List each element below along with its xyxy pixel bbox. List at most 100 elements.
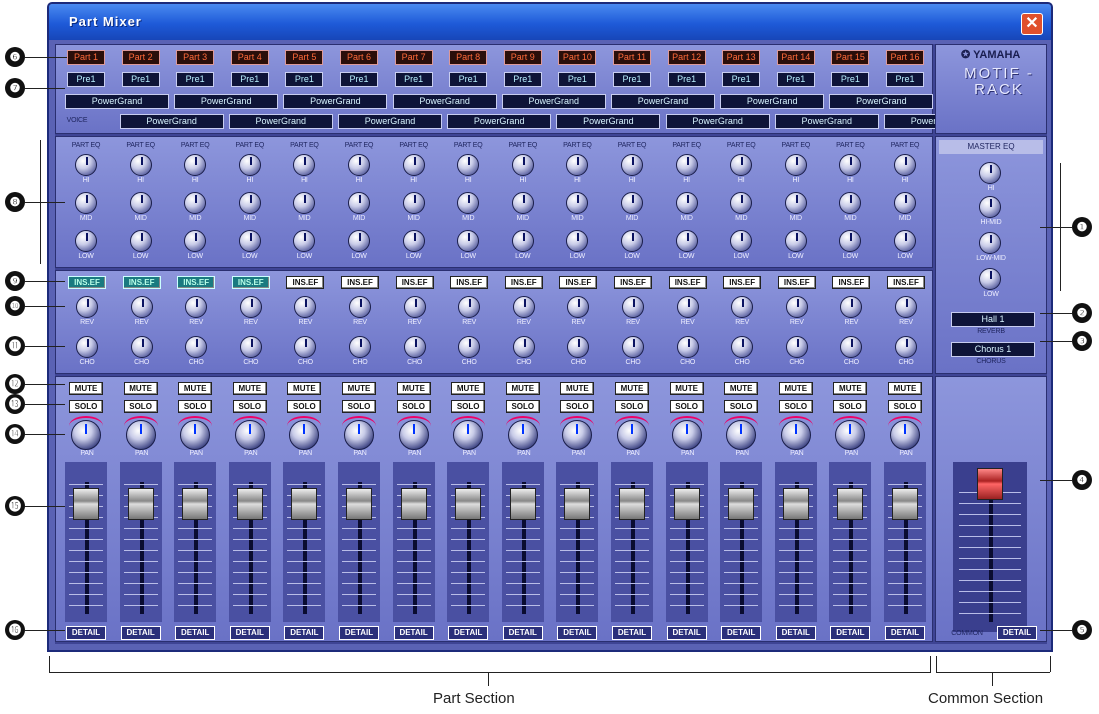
eq-hi-knob-16[interactable]	[894, 154, 916, 176]
mute-button-11[interactable]: MUTE	[615, 382, 649, 395]
mute-button-12[interactable]: MUTE	[669, 382, 704, 395]
pan-knob-14[interactable]	[778, 416, 813, 450]
detail-button-8[interactable]: DETAIL	[448, 626, 489, 640]
eq-hi-knob-7[interactable]	[402, 154, 425, 176]
eq-mid-knob-7[interactable]	[402, 192, 425, 214]
pan-knob-4[interactable]	[232, 416, 267, 450]
fader-cap[interactable]	[182, 488, 209, 520]
reverb-send-knob-11[interactable]	[622, 296, 644, 318]
solo-button-5[interactable]: SOLO	[287, 400, 322, 413]
chorus-send-knob-1[interactable]	[76, 336, 98, 358]
pan-knob-11[interactable]	[615, 416, 649, 450]
voice-bank-15[interactable]: Pre1	[831, 72, 870, 87]
volume-fader-2[interactable]	[119, 462, 162, 622]
solo-button-13[interactable]: SOLO	[724, 400, 759, 413]
ins-ef-button-10[interactable]: INS.EF	[559, 276, 598, 289]
detail-button-10[interactable]: DETAIL	[557, 626, 598, 640]
part-label-13[interactable]: Part 13	[722, 50, 761, 65]
part-label-10[interactable]: Part 10	[558, 50, 597, 65]
pan-knob-6[interactable]	[342, 416, 376, 450]
eq-low-knob-6[interactable]	[348, 230, 370, 252]
pan-knob-8[interactable]	[451, 416, 486, 450]
eq-mid-knob-1[interactable]	[75, 192, 97, 214]
voice-bank-3[interactable]: Pre1	[176, 72, 215, 87]
pan-knob-2[interactable]	[123, 416, 158, 450]
volume-fader-3[interactable]	[174, 462, 217, 622]
voice-bank-13[interactable]: Pre1	[722, 72, 761, 87]
master-eq-low-mid-knob[interactable]	[979, 232, 1001, 254]
volume-fader-14[interactable]	[774, 462, 817, 622]
mute-button-4[interactable]: MUTE	[232, 382, 267, 395]
voice-bank-11[interactable]: Pre1	[613, 72, 651, 87]
detail-button-11[interactable]: DETAIL	[612, 626, 652, 640]
ins-ef-button-14[interactable]: INS.EF	[777, 276, 816, 289]
part-label-8[interactable]: Part 8	[449, 50, 488, 65]
eq-hi-knob-14[interactable]	[784, 154, 807, 176]
eq-low-knob-2[interactable]	[129, 230, 152, 252]
solo-button-11[interactable]: SOLO	[615, 400, 649, 413]
part-label-16[interactable]: Part 16	[886, 50, 924, 65]
ins-ef-button-1[interactable]: INS.EF	[68, 276, 106, 289]
eq-mid-knob-6[interactable]	[348, 192, 370, 214]
fader-cap[interactable]	[400, 488, 427, 520]
fader-cap[interactable]	[673, 488, 700, 520]
fader-cap[interactable]	[619, 488, 645, 520]
master-eq-hi-mid-knob[interactable]	[979, 196, 1001, 218]
part-label-11[interactable]: Part 11	[613, 50, 651, 65]
fader-cap[interactable]	[291, 488, 318, 520]
master-fader-cap[interactable]	[977, 468, 1003, 500]
pan-knob-7[interactable]	[396, 416, 431, 450]
pan-knob-12[interactable]	[669, 416, 704, 450]
voice-name-15[interactable]: PowerGrand	[829, 94, 934, 109]
detail-button-5[interactable]: DETAIL	[284, 626, 325, 640]
voice-name-8[interactable]: PowerGrand	[447, 114, 552, 129]
volume-fader-1[interactable]	[65, 462, 107, 622]
chorus-send-knob-16[interactable]	[895, 336, 917, 358]
voice-bank-12[interactable]: Pre1	[667, 72, 706, 87]
common-detail-button[interactable]: DETAIL	[997, 626, 1037, 640]
volume-fader-9[interactable]	[501, 462, 544, 622]
detail-button-7[interactable]: DETAIL	[393, 626, 434, 640]
reverb-send-knob-9[interactable]	[512, 296, 535, 318]
eq-hi-knob-9[interactable]	[511, 154, 534, 176]
mute-button-3[interactable]: MUTE	[178, 382, 213, 395]
reverb-type-display[interactable]: Hall 1	[951, 312, 1035, 327]
pan-knob-3[interactable]	[178, 416, 213, 450]
voice-bank-16[interactable]: Pre1	[886, 72, 924, 87]
eq-hi-knob-6[interactable]	[348, 154, 370, 176]
volume-fader-4[interactable]	[228, 462, 271, 622]
voice-bank-9[interactable]: Pre1	[503, 72, 542, 87]
mute-button-8[interactable]: MUTE	[451, 382, 486, 395]
reverb-send-knob-7[interactable]	[403, 296, 426, 318]
detail-button-14[interactable]: DETAIL	[775, 626, 816, 640]
voice-name-4[interactable]: PowerGrand	[228, 114, 333, 129]
eq-mid-knob-12[interactable]	[675, 192, 698, 214]
mute-button-6[interactable]: MUTE	[342, 382, 376, 395]
chorus-type-display[interactable]: Chorus 1	[951, 342, 1035, 357]
voice-name-12[interactable]: PowerGrand	[665, 114, 770, 129]
voice-name-2[interactable]: PowerGrand	[119, 114, 224, 129]
pan-knob-13[interactable]	[724, 416, 759, 450]
part-label-12[interactable]: Part 12	[667, 50, 706, 65]
detail-button-16[interactable]: DETAIL	[885, 626, 925, 640]
ins-ef-button-3[interactable]: INS.EF	[177, 276, 216, 289]
solo-button-16[interactable]: SOLO	[888, 400, 922, 413]
voice-bank-1[interactable]: Pre1	[67, 72, 105, 87]
part-label-6[interactable]: Part 6	[340, 50, 378, 65]
detail-button-12[interactable]: DETAIL	[666, 626, 707, 640]
volume-fader-5[interactable]	[283, 462, 326, 622]
ins-ef-button-12[interactable]: INS.EF	[668, 276, 707, 289]
reverb-send-knob-6[interactable]	[349, 296, 371, 318]
eq-mid-knob-2[interactable]	[129, 192, 152, 214]
voice-bank-2[interactable]: Pre1	[121, 72, 160, 87]
volume-fader-11[interactable]	[611, 462, 653, 622]
detail-button-6[interactable]: DETAIL	[339, 626, 379, 640]
pan-knob-16[interactable]	[888, 416, 922, 450]
title-bar[interactable]: Part Mixer ✕	[49, 4, 1051, 40]
volume-fader-12[interactable]	[665, 462, 708, 622]
ins-ef-button-9[interactable]: INS.EF	[504, 276, 543, 289]
eq-hi-knob-2[interactable]	[129, 154, 152, 176]
volume-fader-10[interactable]	[556, 462, 599, 622]
mute-button-14[interactable]: MUTE	[778, 382, 813, 395]
solo-button-1[interactable]: SOLO	[69, 400, 103, 413]
